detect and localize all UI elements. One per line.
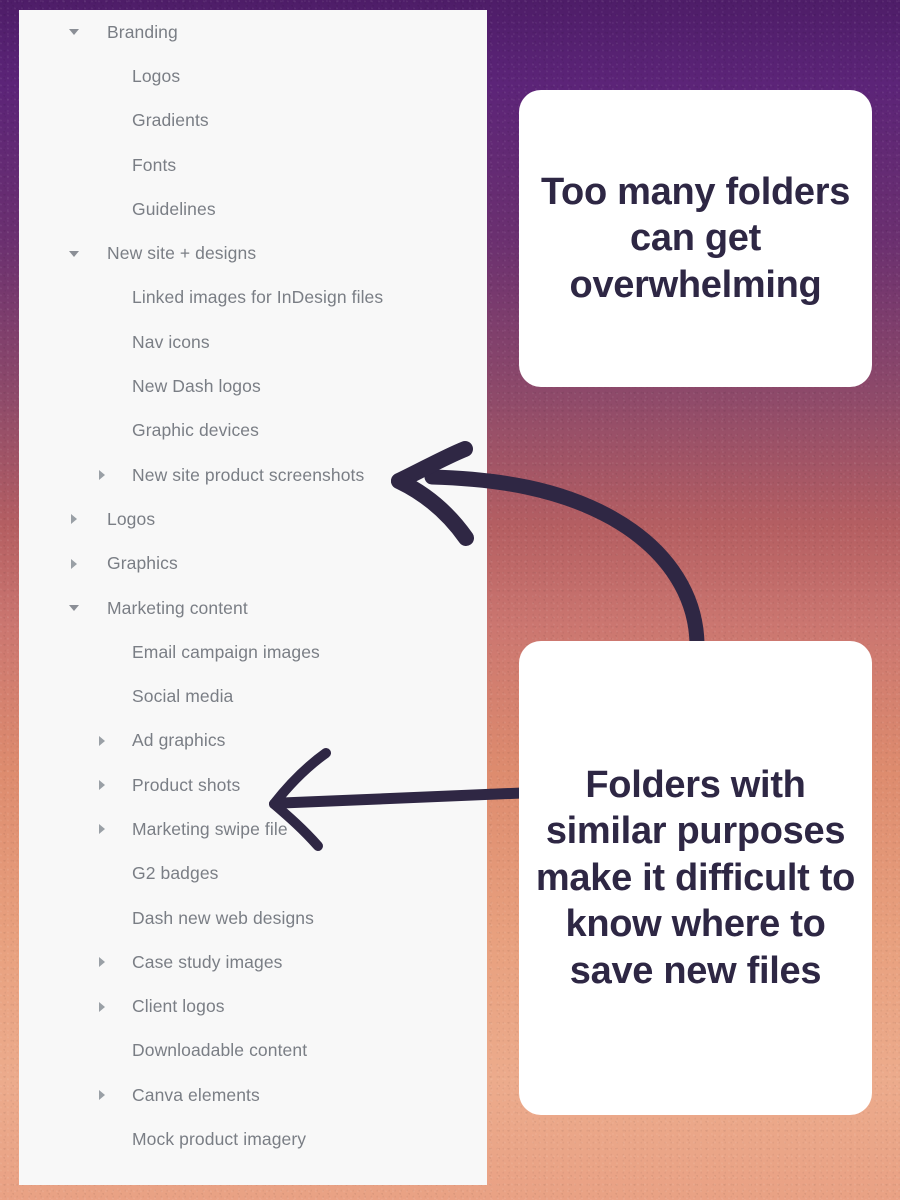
tree-item[interactable]: G2 badges xyxy=(19,852,487,896)
tree-item-label: Ad graphics xyxy=(132,730,226,751)
tree-item-label: Logos xyxy=(132,65,181,86)
tree-item-label: Nav icons xyxy=(132,331,210,352)
tree-item-label: Email campaign images xyxy=(132,641,320,662)
tree-item-label: New site product screenshots xyxy=(132,464,365,485)
chevron-right-icon[interactable] xyxy=(99,470,105,481)
tree-item[interactable]: Social media xyxy=(19,674,487,718)
tree-item[interactable]: Client logos xyxy=(19,985,487,1029)
tree-item[interactable]: Logos xyxy=(19,497,487,541)
chevron-down-icon[interactable] xyxy=(69,605,79,611)
tree-item[interactable]: Canva elements xyxy=(19,1073,487,1117)
tree-item[interactable]: Case study images xyxy=(19,940,487,984)
tree-item-label: New site + designs xyxy=(107,243,257,264)
chevron-right-icon[interactable] xyxy=(99,957,105,968)
chevron-right-icon[interactable] xyxy=(71,514,77,525)
tree-item[interactable]: Nav icons xyxy=(19,320,487,364)
chevron-right-icon[interactable] xyxy=(99,1001,105,1012)
tree-item-label: New Dash logos xyxy=(132,376,261,397)
callout-overwhelming: Too many folders can get overwhelming xyxy=(519,90,872,387)
tree-item[interactable]: Downloadable content xyxy=(19,1029,487,1073)
tree-item[interactable]: Graphic devices xyxy=(19,409,487,453)
tree-item[interactable]: Ad graphics xyxy=(19,719,487,763)
tree-item-label: Guidelines xyxy=(132,198,216,219)
tree-item[interactable]: Product shots xyxy=(19,763,487,807)
tree-item[interactable]: Dash new web designs xyxy=(19,896,487,940)
tree-item-label: Logos xyxy=(107,508,156,529)
tree-item[interactable]: New site + designs xyxy=(19,231,487,275)
tree-item[interactable]: Fonts xyxy=(19,143,487,187)
chevron-right-icon[interactable] xyxy=(99,735,105,746)
file-tree-panel: Branding Logos Gradients Fonts Guidelines New… xyxy=(19,10,487,1185)
tree-item[interactable]: New Dash logos xyxy=(19,364,487,408)
tree-item-label: Gradients xyxy=(132,110,209,131)
tree-item[interactable]: Email campaign images xyxy=(19,630,487,674)
tree-item[interactable]: Branding xyxy=(19,10,487,54)
tree-item-label: Linked images for InDesign files xyxy=(132,287,384,308)
tree-item[interactable]: New site product screenshots xyxy=(19,453,487,497)
chevron-right-icon[interactable] xyxy=(99,1090,105,1101)
tree-item-label: Product shots xyxy=(132,774,241,795)
tree-item-label: Mock product imagery xyxy=(132,1129,307,1150)
tree-item[interactable]: Marketing content xyxy=(19,586,487,630)
tree-item-label: Marketing content xyxy=(107,597,248,618)
tree-item-label: Fonts xyxy=(132,154,177,175)
tree-item[interactable]: Mock product imagery xyxy=(19,1117,487,1161)
tree-item-label: Client logos xyxy=(132,996,225,1017)
chevron-right-icon[interactable] xyxy=(99,824,105,835)
chevron-right-icon[interactable] xyxy=(99,780,105,791)
tree-item-label: Canva elements xyxy=(132,1084,260,1105)
slide-canvas: Branding Logos Gradients Fonts Guidelines New… xyxy=(0,0,900,1200)
tree-item-label: Dash new web designs xyxy=(132,907,314,928)
tree-item[interactable]: Gradients xyxy=(19,99,487,143)
chevron-right-icon[interactable] xyxy=(71,558,77,569)
tree-item-label: Graphics xyxy=(107,553,178,574)
chevron-down-icon[interactable] xyxy=(69,250,79,257)
tree-item-label: Social media xyxy=(132,686,234,707)
chevron-down-icon[interactable] xyxy=(69,29,79,36)
tree-item-label: Branding xyxy=(107,21,178,42)
tree-item-label: Graphic devices xyxy=(132,420,259,441)
tree-item[interactable]: Marketing swipe file xyxy=(19,807,487,851)
tree-item-label: G2 badges xyxy=(132,863,219,884)
tree-item[interactable]: Graphics xyxy=(19,542,487,586)
callout-similar-purposes: Folders with similar purposes make it di… xyxy=(519,641,872,1115)
tree-item-label: Case study images xyxy=(132,951,283,972)
tree-item-label: Marketing swipe file xyxy=(132,818,288,839)
file-tree-list: Branding Logos Gradients Fonts Guidelines New… xyxy=(19,10,487,1162)
tree-item[interactable]: Logos xyxy=(19,54,487,98)
tree-item[interactable]: Linked images for InDesign files xyxy=(19,276,487,320)
tree-item-label: Downloadable content xyxy=(132,1040,308,1061)
tree-item[interactable]: Guidelines xyxy=(19,187,487,231)
